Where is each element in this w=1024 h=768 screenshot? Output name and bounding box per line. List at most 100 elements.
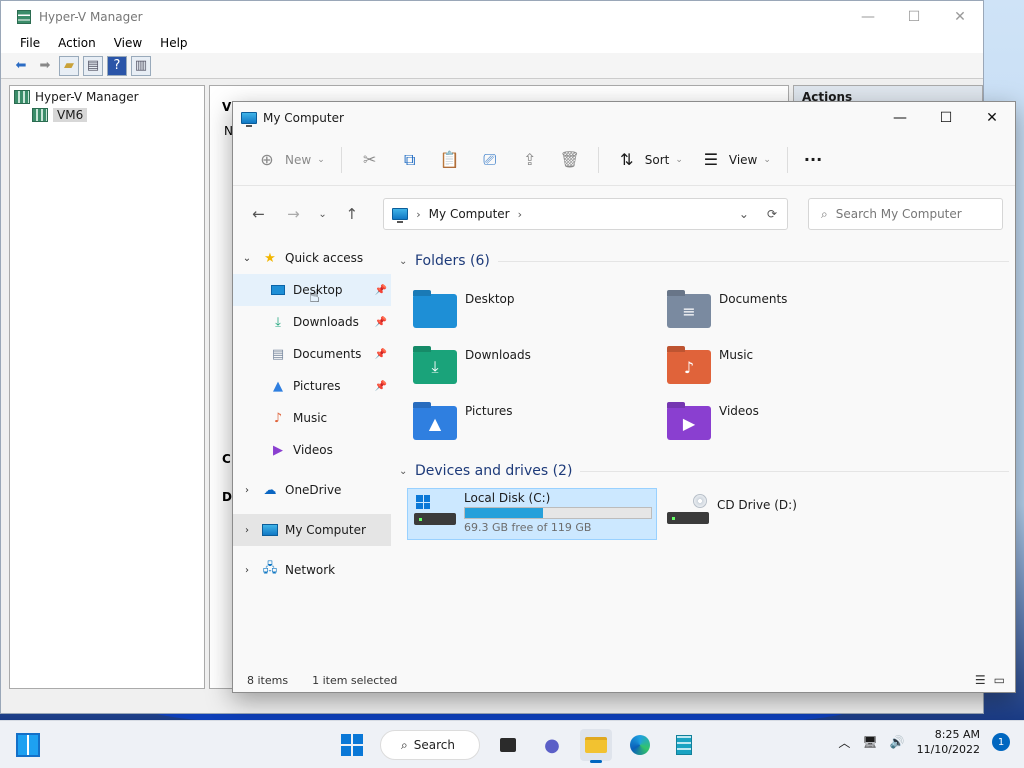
nav-item-music[interactable]: ♪ Music xyxy=(233,402,391,434)
scissors-icon: ✂ xyxy=(363,150,377,169)
view-list-icon: ☰ xyxy=(703,150,719,169)
start-button[interactable] xyxy=(336,729,368,761)
nav-item-downloads[interactable]: ⤓ Downloads 📌 xyxy=(233,306,391,338)
drive-cd-d[interactable]: CD Drive (D:) xyxy=(661,488,861,540)
hyperv-menubar: File Action View Help xyxy=(1,33,983,53)
clock-date: 11/10/2022 xyxy=(916,743,980,756)
nav-item-pictures[interactable]: ▲ Pictures 📌 xyxy=(233,370,391,402)
address-location[interactable]: My Computer xyxy=(429,207,510,221)
nav-onedrive[interactable]: › ☁ OneDrive xyxy=(233,474,391,506)
view-button[interactable]: ☰ View ⌄ xyxy=(693,143,777,177)
hyperv-taskbar-icon[interactable] xyxy=(668,729,700,761)
details-view-icon[interactable]: ☰ xyxy=(975,673,986,687)
paste-button[interactable]: 📋 xyxy=(432,143,468,177)
folder-pictures[interactable]: ▲ Pictures xyxy=(413,400,657,450)
drive-local-disk-c[interactable]: Local Disk (C:) 69.3 GB free of 119 GB xyxy=(407,488,657,540)
address-history-dropdown[interactable]: ⌄ xyxy=(739,207,749,221)
address-bar[interactable]: › My Computer › ⌄ ⟳ xyxy=(383,198,788,230)
recent-locations-button[interactable]: ⌄ xyxy=(315,200,330,228)
task-view-icon[interactable] xyxy=(492,729,524,761)
computer-icon xyxy=(392,208,409,223)
chevron-down-icon: ⌄ xyxy=(675,154,683,165)
copy-icon: ⧉ xyxy=(404,149,416,169)
hyperv-maximize-button[interactable]: ☐ xyxy=(891,9,937,25)
drives-section-header[interactable]: ⌄ Devices and drives (2) xyxy=(399,460,1009,482)
forward-arrow-icon[interactable]: ➡ xyxy=(35,56,55,76)
show-hidden-icons-chevron-icon[interactable]: ︿ xyxy=(838,734,850,751)
chevron-right-icon[interactable]: › xyxy=(518,208,522,221)
nav-network[interactable]: › 🖧 Network xyxy=(233,554,391,586)
volume-icon[interactable]: 🔊 xyxy=(890,735,905,749)
folder-music[interactable]: ♪ Music xyxy=(667,344,911,394)
delete-button[interactable]: 🗑 xyxy=(552,143,588,177)
pin-icon[interactable]: 📌 xyxy=(375,349,387,360)
folders-section-header[interactable]: ⌄ Folders (6) xyxy=(399,250,1009,272)
folder-downloads[interactable]: ⤓ Downloads xyxy=(413,344,657,394)
up-button[interactable]: ↑ xyxy=(338,200,365,228)
hyperv-app-icon xyxy=(17,10,31,24)
chevron-down-icon[interactable]: ⌄ xyxy=(233,253,261,264)
up-folder-icon[interactable]: ▰ xyxy=(59,55,79,76)
notification-badge[interactable]: 1 xyxy=(992,733,1010,751)
search-input[interactable]: Search My Computer xyxy=(836,207,962,221)
chevron-down-icon: ⌄ xyxy=(763,154,771,165)
clock[interactable]: 8:25 AM 11/10/2022 xyxy=(917,727,980,757)
search-icon: ⌕ xyxy=(821,206,828,221)
nav-my-computer[interactable]: › My Computer xyxy=(233,514,391,546)
chevron-right-icon[interactable]: › xyxy=(233,565,261,576)
rename-button[interactable]: ⎚ xyxy=(472,143,508,177)
more-options-button[interactable]: ··· xyxy=(798,143,828,177)
hyperv-minimize-button[interactable]: — xyxy=(845,9,891,25)
back-arrow-icon[interactable]: ⬅ xyxy=(11,56,31,76)
hyperv-close-button[interactable]: ✕ xyxy=(937,9,983,25)
hyperv-titlebar[interactable]: Hyper-V Manager — ☐ ✕ xyxy=(1,1,983,33)
pin-icon[interactable]: 📌 xyxy=(375,381,387,392)
back-button[interactable]: ← xyxy=(245,200,272,228)
menu-action[interactable]: Action xyxy=(58,36,96,50)
minimize-button[interactable]: — xyxy=(877,102,923,134)
search-box[interactable]: ⌕ Search My Computer xyxy=(808,198,1003,230)
chat-icon[interactable]: ● xyxy=(536,729,568,761)
nav-item-documents[interactable]: ▤ Documents 📌 xyxy=(233,338,391,370)
tree-item-hyperv-manager[interactable]: Hyper-V Manager xyxy=(10,88,204,106)
new-button[interactable]: ⊕ New ⌄ xyxy=(249,143,331,177)
explorer-titlebar[interactable]: My Computer — ☐ ✕ xyxy=(233,102,1015,134)
menu-file[interactable]: File xyxy=(20,36,40,50)
sort-button[interactable]: ⇅ Sort ⌄ xyxy=(609,143,689,177)
documents-folder-icon: ≡ xyxy=(667,294,711,328)
drive-name: Local Disk (C:) xyxy=(464,491,551,505)
copy-button[interactable]: ⧉ xyxy=(392,143,428,177)
separator xyxy=(340,146,342,173)
refresh-icon[interactable]: ⟳ xyxy=(767,207,777,221)
menu-help[interactable]: Help xyxy=(160,36,187,50)
large-icons-view-icon[interactable]: ▭ xyxy=(994,673,1005,687)
explorer-title: My Computer xyxy=(263,111,344,125)
help-icon[interactable]: ? xyxy=(107,55,127,76)
taskbar-search-button[interactable]: ⌕ Search xyxy=(380,730,480,760)
folder-videos[interactable]: ▶ Videos xyxy=(667,400,911,450)
action-pane-icon[interactable]: ▥ xyxy=(131,55,151,76)
drives-list: Local Disk (C:) 69.3 GB free of 119 GB C… xyxy=(399,486,1009,556)
show-hide-tree-icon[interactable]: ▤ xyxy=(83,55,103,76)
pin-icon[interactable]: 📌 xyxy=(375,285,387,296)
nav-quick-access[interactable]: ⌄ ★ Quick access xyxy=(233,242,391,274)
chevron-right-icon[interactable]: › xyxy=(233,485,261,496)
tree-item-vm6[interactable]: VM6 xyxy=(10,106,204,124)
widgets-icon[interactable] xyxy=(16,733,40,757)
folder-documents[interactable]: ≡ Documents xyxy=(667,288,911,338)
file-explorer-taskbar-icon[interactable] xyxy=(580,729,612,763)
forward-button[interactable]: → xyxy=(280,200,307,228)
folder-desktop[interactable]: Desktop xyxy=(413,288,657,338)
network-status-icon[interactable]: 🖥 xyxy=(862,735,877,749)
nav-item-videos[interactable]: ▶ Videos xyxy=(233,434,391,466)
share-button[interactable]: ⇪ xyxy=(512,143,548,177)
cut-button[interactable]: ✂ xyxy=(352,143,388,177)
maximize-button[interactable]: ☐ xyxy=(923,102,969,134)
explorer-window[interactable]: My Computer — ☐ ✕ ⊕ New ⌄ ✂ ⧉ 📋 ⎚ ⇪ 🗑 ⇅ … xyxy=(232,101,1016,693)
close-button[interactable]: ✕ xyxy=(969,102,1015,134)
menu-view[interactable]: View xyxy=(114,36,142,50)
chevron-right-icon[interactable]: › xyxy=(233,525,261,536)
arrow-up-icon: ↑ xyxy=(345,205,359,223)
edge-browser-icon[interactable] xyxy=(624,729,656,761)
pin-icon[interactable]: 📌 xyxy=(375,317,387,328)
